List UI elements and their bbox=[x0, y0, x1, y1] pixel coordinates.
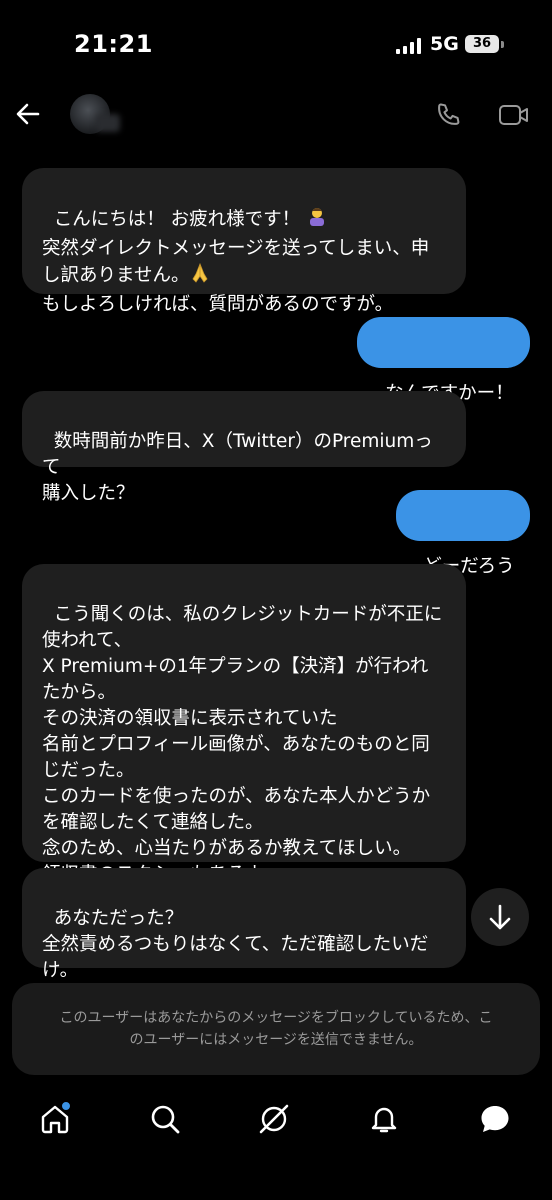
message-text: 数時間前か昨日、X（Twitter）のPremiumって 購入した？ bbox=[42, 431, 433, 504]
phone-icon[interactable] bbox=[434, 101, 462, 129]
message-bubble-outgoing[interactable]: なんですかー！ bbox=[357, 317, 530, 404]
person-bowing-emoji-icon bbox=[306, 206, 328, 236]
search-icon[interactable] bbox=[148, 1102, 182, 1136]
bottom-nav bbox=[0, 1085, 552, 1200]
video-camera-icon[interactable] bbox=[498, 102, 530, 128]
notification-dot bbox=[60, 1100, 72, 1112]
message-bubble-incoming[interactable]: こう聞くのは、私のクレジットカードが不正に 使われて、 X Premium+の1… bbox=[22, 564, 466, 885]
status-time: 21:21 bbox=[74, 30, 153, 58]
message-text: こんにちは！ お疲れ様です！ bbox=[53, 209, 307, 230]
contact-name-redacted[interactable] bbox=[96, 114, 120, 132]
message-bubble-outgoing[interactable]: どーだろう bbox=[396, 490, 530, 577]
scroll-to-bottom-button[interactable] bbox=[471, 888, 529, 946]
back-arrow-icon[interactable] bbox=[14, 100, 42, 128]
network-type: 5G bbox=[430, 33, 459, 55]
battery-tip bbox=[501, 41, 504, 48]
grok-icon[interactable] bbox=[257, 1102, 291, 1136]
chat-header bbox=[0, 90, 552, 145]
message-bubble-incoming[interactable]: 数時間前か昨日、X（Twitter）のPremiumって 購入した？ bbox=[22, 391, 466, 504]
blocked-notice-text: このユーザーはあなたからのメッセージをブロックしているため、こ のユーザーにはメ… bbox=[59, 1010, 493, 1048]
blocked-notice: このユーザーはあなたからのメッセージをブロックしているため、こ のユーザーにはメ… bbox=[12, 983, 540, 1075]
message-text: 突然ダイレクトメッセージを送ってしまい、申 し訳ありません。 bbox=[42, 238, 430, 286]
status-bar: 21:21 5G 36 bbox=[0, 0, 552, 90]
message-bubble-incoming[interactable]: こんにちは！ お疲れ様です！ 突然ダイレクトメッセージを送ってしまい、申 し訳あ… bbox=[22, 168, 466, 315]
message-text: こう聞くのは、私のクレジットカードが不正に 使われて、 X Premium+の1… bbox=[42, 604, 443, 885]
message-text: もしよろしければ、質問があるのですが。 bbox=[42, 294, 394, 315]
messages-icon[interactable] bbox=[478, 1102, 512, 1136]
message-text: あなただった？ 全然責めるつもりはなくて、ただ確認したいだ け。 bbox=[42, 908, 429, 981]
battery-icon: 36 bbox=[465, 35, 499, 53]
bell-icon[interactable] bbox=[367, 1102, 401, 1136]
folded-hands-emoji-icon bbox=[189, 262, 211, 292]
arrow-down-icon bbox=[489, 904, 511, 930]
message-bubble-incoming[interactable]: あなただった？ 全然責めるつもりはなくて、ただ確認したいだ け。 bbox=[22, 868, 466, 981]
signal-icon bbox=[396, 38, 422, 54]
